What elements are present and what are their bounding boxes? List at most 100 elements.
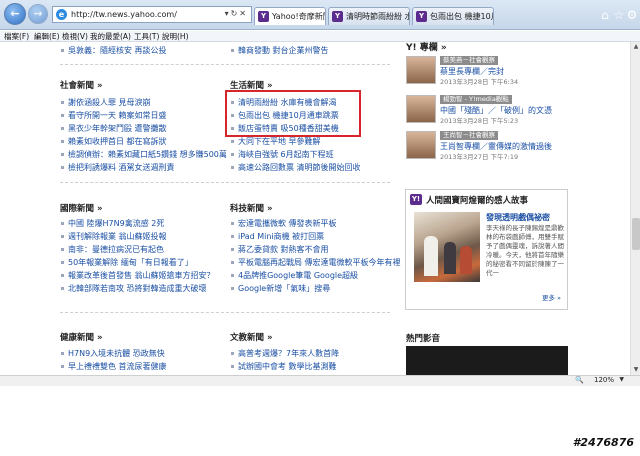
hot-video-title: 熱門影音 [406, 334, 441, 344]
social-news-list: 謝依涵殺人罪 見母淚崩 看守所開一天 賴案如常日盛 黑衣少年幹架鬥毆 遭警攤散 … [60, 96, 227, 174]
back-button[interactable]: ← [4, 3, 26, 25]
bullet-icon [231, 352, 234, 355]
tab-title: Yahoo!奇摩新聞 [272, 12, 326, 21]
column-date: 2013年3月28日 下午5:23 [440, 117, 519, 125]
column-entry[interactable]: 楊勁智 - Y!media觀點 中國「殘酷」／「破例」的文憑 2013年3月28… [406, 95, 566, 125]
more-link[interactable]: 更多 » [542, 292, 561, 302]
list-item[interactable]: 50年報業解除 緬甸「有日報看了」 [60, 256, 215, 269]
zoom-dropdown-icon[interactable]: ▼ [619, 376, 624, 383]
section-divider [60, 312, 390, 313]
menu-file[interactable]: 檔案(F) [4, 31, 29, 42]
menu-edit[interactable]: 編輯(E) [34, 31, 60, 42]
feature-headline[interactable]: 發現透明戲偶祕密 [486, 212, 550, 223]
tab-yahoo-news[interactable]: Y Yahoo!奇摩新聞 [254, 7, 326, 25]
list-item[interactable]: 南非：曼德拉病況已有起色 [60, 243, 215, 256]
world-news-list: 中國 陸爆H7N9禽流感 2死 週刊解除報業 翁山蘇姬投報 南非：曼德拉病況已有… [60, 217, 215, 295]
list-item[interactable]: 檢把利誘爆料 酒駕女送週刑責 [60, 161, 227, 174]
forward-button[interactable]: → [28, 4, 48, 24]
list-item[interactable]: 平板電腦再起戰局 傳宏達電微軟平板今年有裡 [230, 256, 401, 269]
avatar [406, 56, 436, 84]
column-date: 2013年3月27日 下午7:19 [440, 153, 519, 161]
bullet-icon [231, 274, 234, 277]
list-item[interactable]: 賴素如收押首日 都在寫訴狀 [60, 135, 227, 148]
list-item[interactable]: 韓商發動 對台企業州警告 [230, 44, 329, 57]
menu-favorites[interactable]: 我的最愛(A) [90, 31, 131, 42]
tab-qingming[interactable]: Y 清明時節雨紛紛 水庫... [328, 7, 410, 25]
zoom-icon[interactable]: 🔍 [575, 376, 584, 384]
top-news-left: 吳敦義：隨經核安 再談公投 [60, 44, 167, 57]
column-entry[interactable]: 王尚智－社會觀察 王尚智專欄／靈傳媒的激情過後 2013年3月27日 下午7:1… [406, 131, 566, 161]
video-player[interactable] [406, 346, 568, 375]
list-item[interactable]: 4品牌推Google筆電 Google超級 [230, 269, 401, 282]
address-bar[interactable]: e http://tw.news.yahoo.com/ ▾↻✕ [52, 6, 252, 23]
scroll-down-icon[interactable]: ▼ [631, 365, 640, 375]
feature-body: 李天祿的長子陳錫煌是鼎歡林的布袋戲師傅，用雙手賦予了戲偶靈魂，訴說著人間冷暖。今… [486, 224, 564, 277]
list-item[interactable]: iPad Mini商機 被打回票 [230, 230, 401, 243]
watermark: #2476876 [572, 436, 634, 449]
list-item[interactable]: 高普考週爆？7年來人數首降 [230, 347, 339, 360]
list-item[interactable]: 吳敦義：隨經核安 再談公投 [60, 44, 167, 57]
web-page: 吳敦義：隨經核安 再談公投 韓商發動 對台企業州警告 社會新聞 » 謝依涵殺人罪… [0, 42, 630, 375]
bullet-icon [61, 153, 64, 156]
photo-figure [424, 236, 438, 276]
feature-photo[interactable] [414, 212, 480, 282]
list-item[interactable]: 中國 陸爆H7N9禽流感 2死 [60, 217, 215, 230]
column-entry[interactable]: 蔡美燕－社會觀察 蔡里長專欄／完封 2013年3月28日 下午6:34 [406, 56, 566, 86]
menu-view[interactable]: 檢視(V) [62, 31, 88, 42]
address-url[interactable]: http://tw.news.yahoo.com/ [71, 10, 177, 19]
settings-gear-icon[interactable]: ⚙ [625, 8, 639, 22]
section-divider [60, 182, 390, 183]
list-item[interactable]: 檢調偵辦：賴素如藏口紙5鑽錢 想多賺500萬 [60, 148, 227, 161]
zoom-level[interactable]: 120% [594, 376, 614, 384]
bullet-icon [61, 352, 64, 355]
culture-news-title[interactable]: 文教新聞 » [230, 331, 272, 343]
bullet-icon [231, 287, 234, 290]
ie-icon: e [56, 9, 67, 20]
scroll-up-icon[interactable]: ▲ [631, 42, 640, 52]
bullet-icon [61, 49, 64, 52]
list-item[interactable]: 週刊解除報業 翁山蘇姬投報 [60, 230, 215, 243]
page-scrollbar[interactable]: ▲ ▼ [630, 42, 640, 375]
health-news-title[interactable]: 健康新聞 » [60, 331, 102, 343]
world-news-title[interactable]: 國際新聞 » [60, 202, 102, 214]
menu-bar: 檔案(F) 編輯(E) 檢視(V) 我的最愛(A) 工具(T) 說明(H) [0, 31, 640, 42]
menu-help[interactable]: 說明(H) [162, 31, 189, 42]
bullet-icon [61, 222, 64, 225]
column-tag: 蔡美燕－社會觀察 [440, 56, 498, 65]
scroll-thumb[interactable] [632, 218, 640, 250]
social-news-title[interactable]: 社會新聞 » [60, 79, 102, 91]
tab-airport-rail[interactable]: Y 包雨出包 機捷10月... [412, 7, 494, 25]
menu-tools[interactable]: 工具(T) [134, 31, 159, 42]
red-highlight-box [225, 90, 361, 137]
tab-title: 清明時節雨紛紛 水庫... [346, 12, 409, 21]
list-item[interactable]: 報業改革後首發售 翁山蘇姬搶車方招安？ [60, 269, 215, 282]
bullet-icon [61, 261, 64, 264]
list-item[interactable]: Google新增「氣味」搜尋 [230, 282, 401, 295]
bullet-icon [61, 365, 64, 368]
address-actions-icon[interactable]: ▾↻✕ [225, 9, 248, 18]
list-item[interactable]: 蔣乙委貸款 對熱客不會用 [230, 243, 401, 256]
list-item[interactable]: 宏達電攜微軟 傳發表新平板 [230, 217, 401, 230]
tech-news-title[interactable]: 科技新聞 » [230, 202, 272, 214]
list-item[interactable]: 看守所開一天 賴案如常日盛 [60, 109, 227, 122]
home-icon[interactable]: ⌂ [598, 8, 612, 22]
list-item[interactable]: 海峽自強號 6月起南下程班 [230, 148, 361, 161]
list-item[interactable]: 北韓部隊若南攻 恐將對韓造成重大破壞 [60, 282, 215, 295]
bullet-icon [231, 261, 234, 264]
bullet-icon [231, 248, 234, 251]
bullet-icon [231, 140, 234, 143]
columns-title[interactable]: Y! 專欄 » [406, 42, 447, 53]
yahoo-favicon-icon: Y [416, 11, 427, 22]
list-item[interactable]: 高速公路回數票 清明節後開始回收 [230, 161, 361, 174]
list-item[interactable]: 試辦國中會考 數學比基測難 [230, 360, 339, 373]
column-date: 2013年3月28日 下午6:34 [440, 78, 519, 86]
favorites-star-icon[interactable]: ☆ [612, 8, 626, 22]
yahoo-logo-icon: Y! [410, 194, 422, 205]
list-item[interactable]: H7N9入境未抗體 恐政無快 [60, 347, 167, 360]
feature-title[interactable]: 人間國寶阿煌爾的感人故事 [426, 194, 528, 206]
list-item[interactable]: 黑衣少年幹架鬥毆 遭警攤散 [60, 122, 227, 135]
health-news-list: H7N9入境未抗體 恐政無快 早上禮禮雙色 首流尿著健康 [60, 347, 167, 373]
list-item[interactable]: 謝依涵殺人罪 見母淚崩 [60, 96, 227, 109]
list-item[interactable]: 早上禮禮雙色 首流尿著健康 [60, 360, 167, 373]
column-tag: 楊勁智 - Y!media觀點 [440, 95, 512, 104]
